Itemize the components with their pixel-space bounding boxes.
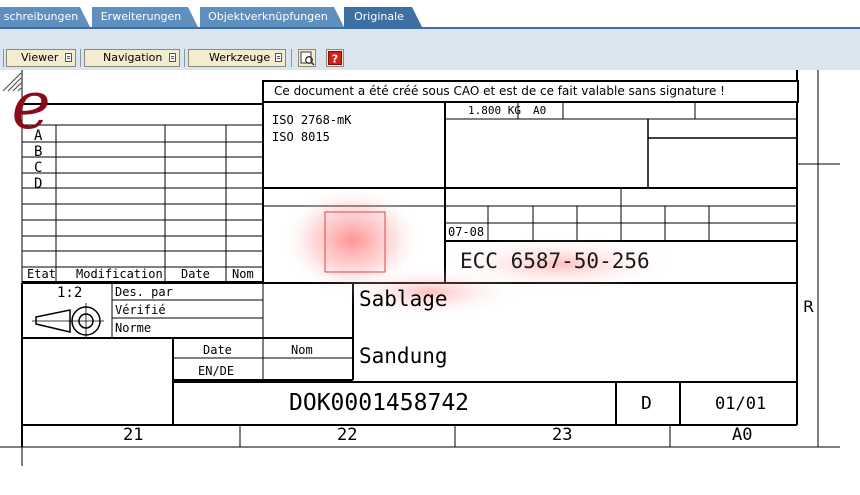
resize-grip-icon[interactable] <box>0 70 22 92</box>
header-nom: Nom <box>232 267 254 281</box>
sheet-value: 01/01 <box>715 394 767 414</box>
header-date: Date <box>181 267 210 281</box>
tab-label: Originale <box>354 10 404 23</box>
svg-text:?: ? <box>332 53 338 66</box>
norme-label: Norme <box>115 321 152 335</box>
drawing-viewer[interactable]: e Ce document a été créé sous CAO et est… <box>0 70 860 495</box>
help-icon: ? <box>328 51 342 66</box>
format-bottom: A0 <box>732 425 753 445</box>
toolbar-separator <box>3 49 4 67</box>
tab-label: Objektverknüpfungen <box>208 10 328 23</box>
verifie-label: Vérifié <box>115 303 166 317</box>
scale-value: 1:2 <box>57 285 83 301</box>
revision-letter-a: A <box>34 128 43 144</box>
tab-beschreibungen[interactable]: schreibungen <box>0 7 90 27</box>
print-preview-icon <box>300 51 315 66</box>
navigation-menu-button[interactable]: Navigation <box>84 49 180 67</box>
viewer-label: Viewer <box>21 51 59 64</box>
tab-originale[interactable]: Originale <box>344 7 422 27</box>
side-letter: R <box>803 297 815 316</box>
format-top: A0 <box>533 104 547 117</box>
header-etat: Etat <box>27 267 56 281</box>
cad-notice: Ce document a été créé sous CAO et est d… <box>274 84 725 98</box>
sign-header-date: Date <box>203 343 232 357</box>
navigation-label: Navigation <box>103 51 163 64</box>
revision-letter-c: C <box>34 160 43 176</box>
toolbar: Viewer Navigation Werkzeuge ? <box>0 29 860 70</box>
toolbar-separator <box>80 49 81 67</box>
mass-value: 1.800 KG <box>468 104 521 117</box>
toolbar-separator <box>291 49 292 67</box>
standard-iso-2768: ISO 2768-mK <box>272 113 352 127</box>
tab-erweiterungen[interactable]: Erweiterungen <box>92 7 198 27</box>
werkzeuge-label: Werkzeuge <box>209 51 271 64</box>
dropdown-icon <box>65 53 72 62</box>
sign-header-nom: Nom <box>291 343 313 357</box>
revision-letter-b: B <box>34 144 43 160</box>
revision-letter-d: D <box>34 176 43 192</box>
viewer-menu-button[interactable]: Viewer <box>6 49 76 67</box>
print-preview-button[interactable] <box>298 49 316 67</box>
tab-objektverknuepfungen[interactable]: Objektverknüpfungen <box>200 7 344 27</box>
werkzeuge-menu-button[interactable]: Werkzeuge <box>188 49 286 67</box>
date-code: 07-08 <box>448 225 485 239</box>
standard-iso-8015: ISO 8015 <box>272 130 330 144</box>
zone-22: 22 <box>337 425 358 445</box>
tab-label: Erweiterungen <box>100 10 182 23</box>
document-number: DOK0001458742 <box>289 390 470 416</box>
title-german: Sandung <box>359 344 448 368</box>
tab-strip: schreibungen Erweiterungen Objektverknüp… <box>0 0 860 29</box>
title-french: Sablage <box>359 287 448 311</box>
toolbar-separator <box>184 49 185 67</box>
zone-21: 21 <box>123 425 144 445</box>
ecc-number: ECC 6587-50-256 <box>460 249 650 273</box>
header-modification: Modification <box>76 267 163 281</box>
help-button[interactable]: ? <box>326 49 344 67</box>
tab-label: schreibungen <box>3 10 79 23</box>
dropdown-icon <box>169 53 176 62</box>
des-par-label: Des. par <box>115 285 173 299</box>
revision-value: D <box>641 393 652 414</box>
zone-23: 23 <box>552 425 573 445</box>
standard-code: EN/DE <box>198 364 235 378</box>
dropdown-icon <box>275 53 282 62</box>
